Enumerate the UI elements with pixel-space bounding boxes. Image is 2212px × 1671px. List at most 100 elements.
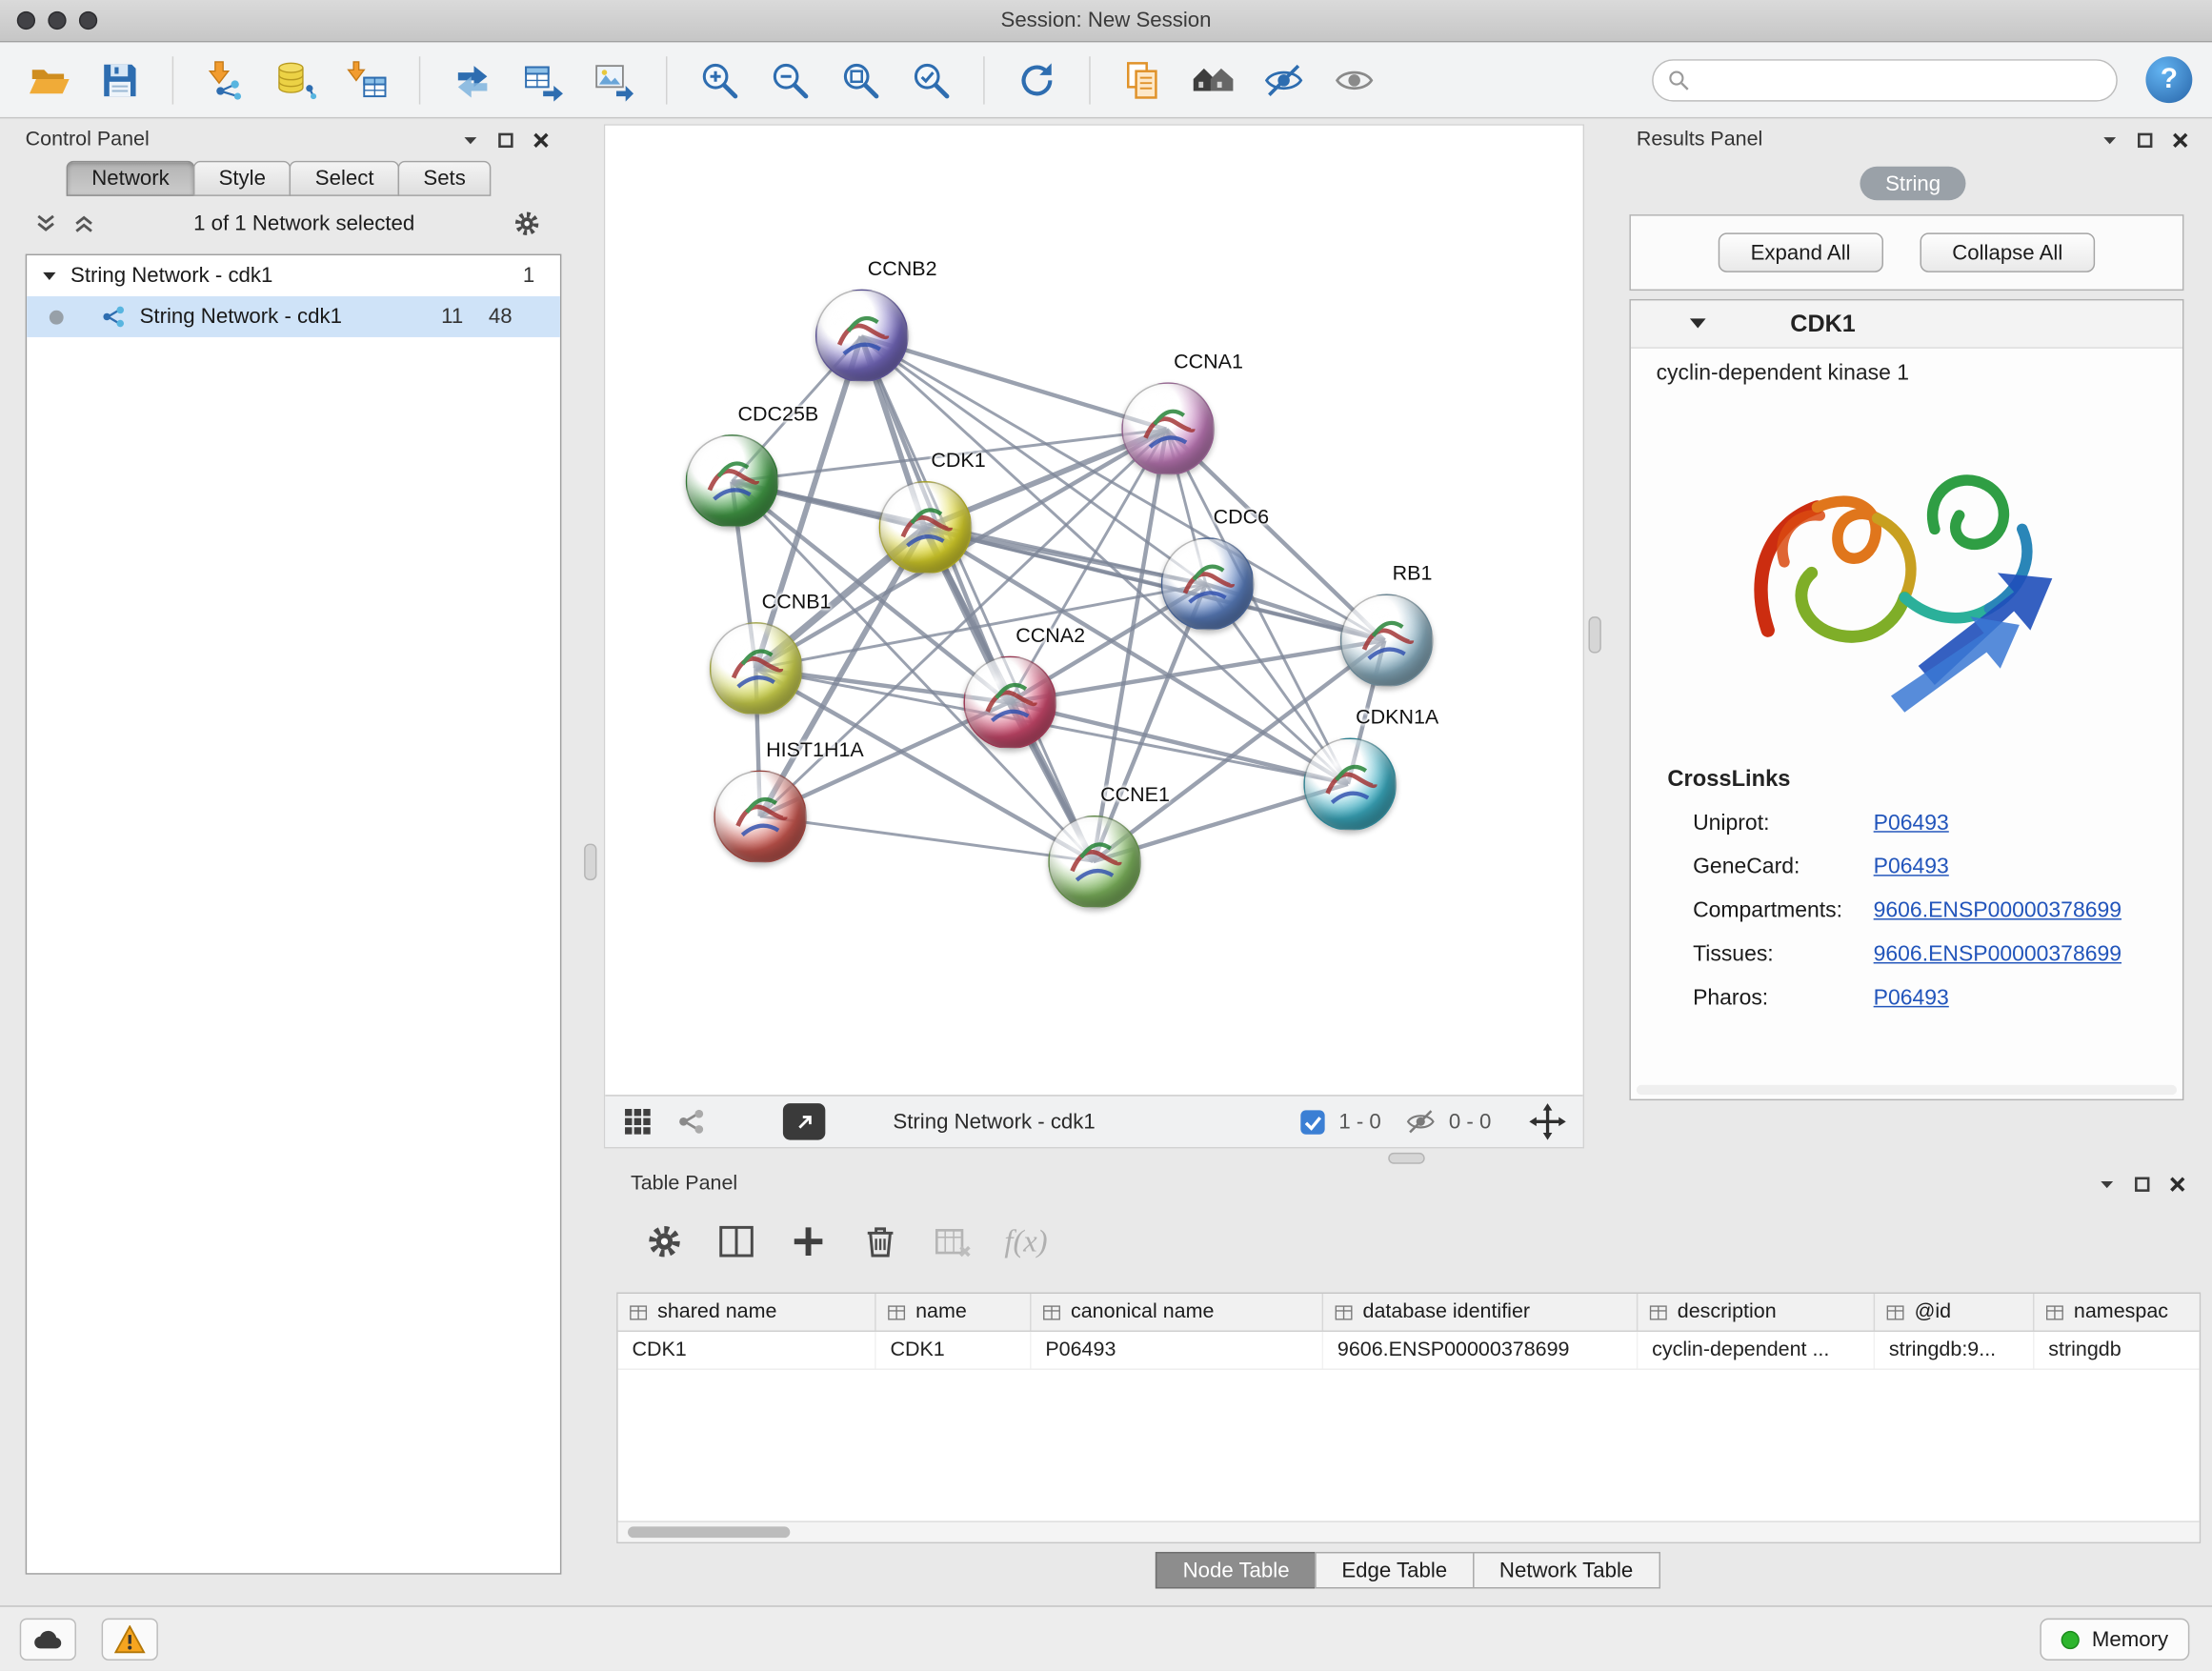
- cloud-status-button[interactable]: [20, 1619, 76, 1661]
- network-node-ccne1[interactable]: [1048, 815, 1141, 909]
- detach-view-button[interactable]: [783, 1103, 825, 1140]
- network-collection-row[interactable]: String Network - cdk1 1: [27, 255, 560, 296]
- network-canvas[interactable]: CCNB2CCNA1CDC25BCDK1CDC6RB1CCNB1CCNA2CDK…: [605, 126, 1582, 1097]
- network-node-cdc25b[interactable]: [686, 434, 779, 528]
- tab-select[interactable]: Select: [290, 161, 399, 196]
- network-node-cdk1[interactable]: [879, 481, 973, 574]
- network-node-hist1h1a[interactable]: [714, 771, 807, 864]
- collapse-panel-icon[interactable]: [2098, 1175, 2116, 1193]
- compartments-link[interactable]: 9606.ENSP00000378699: [1874, 898, 2122, 924]
- column-header-shared-name[interactable]: shared name: [618, 1294, 876, 1331]
- birds-eye-view-icon[interactable]: [622, 1106, 654, 1137]
- splitter-handle[interactable]: [1388, 1153, 1425, 1164]
- zoom-out-button[interactable]: [760, 50, 819, 110]
- delete-column-icon[interactable]: [860, 1221, 899, 1260]
- table-cell[interactable]: CDK1: [876, 1332, 1032, 1369]
- close-window-button[interactable]: [17, 11, 35, 30]
- apply-style-button[interactable]: [1007, 50, 1066, 110]
- network-node-rb1[interactable]: [1340, 594, 1434, 687]
- show-all-button[interactable]: [1183, 50, 1242, 110]
- column-header-description[interactable]: description: [1638, 1294, 1875, 1331]
- export-image-button[interactable]: [584, 50, 643, 110]
- duplicate-session-button[interactable]: [1113, 50, 1172, 110]
- maximize-window-button[interactable]: [79, 11, 97, 30]
- save-session-button[interactable]: [90, 50, 150, 110]
- close-panel-icon[interactable]: [2168, 1175, 2186, 1193]
- splitter-handle[interactable]: [1588, 616, 1600, 654]
- splitter-handle[interactable]: [584, 844, 596, 881]
- collapse-section-icon[interactable]: [1687, 313, 1708, 334]
- import-network-from-database-button[interactable]: [267, 50, 326, 110]
- close-panel-icon[interactable]: [2171, 131, 2189, 149]
- pharos-link[interactable]: P06493: [1874, 985, 1949, 1011]
- tab-node-table[interactable]: Node Table: [1156, 1552, 1316, 1589]
- uniprot-link[interactable]: P06493: [1874, 811, 1949, 836]
- table-cell[interactable]: cyclin-dependent ...: [1638, 1332, 1875, 1369]
- float-panel-icon[interactable]: [496, 131, 514, 149]
- tab-edge-table[interactable]: Edge Table: [1315, 1552, 1474, 1589]
- import-network-button[interactable]: [196, 50, 255, 110]
- open-session-button[interactable]: [20, 50, 79, 110]
- close-panel-icon[interactable]: [532, 131, 550, 149]
- column-header-name[interactable]: name: [876, 1294, 1032, 1331]
- collapse-all-networks-icon[interactable]: [34, 211, 58, 234]
- memory-button[interactable]: Memory: [2040, 1619, 2189, 1661]
- warnings-button[interactable]: [102, 1619, 158, 1661]
- search-input[interactable]: [1699, 69, 2101, 91]
- export-network-button[interactable]: [443, 50, 502, 110]
- column-header-namespac[interactable]: namespac: [2034, 1294, 2201, 1331]
- zoom-in-button[interactable]: [690, 50, 749, 110]
- hide-selected-button[interactable]: [1255, 50, 1314, 110]
- table-row[interactable]: CDK1CDK1P064939606.ENSP00000378699cyclin…: [618, 1332, 2200, 1370]
- protein-section-header[interactable]: CDK1: [1631, 300, 2182, 348]
- table-cell[interactable]: 9606.ENSP00000378699: [1323, 1332, 1638, 1369]
- help-button[interactable]: ?: [2145, 56, 2192, 103]
- network-node-ccna2[interactable]: [963, 656, 1056, 750]
- zoom-fit-button[interactable]: [831, 50, 890, 110]
- network-edge[interactable]: [861, 336, 1094, 861]
- expander-icon[interactable]: [41, 268, 58, 285]
- network-overview-icon[interactable]: [675, 1106, 707, 1137]
- zoom-selected-button[interactable]: [901, 50, 960, 110]
- network-node-ccnb2[interactable]: [815, 290, 909, 383]
- float-panel-icon[interactable]: [2136, 131, 2154, 149]
- table-cell[interactable]: stringdb: [2034, 1332, 2201, 1369]
- scrollbar-thumb[interactable]: [628, 1526, 790, 1538]
- expand-all-button[interactable]: Expand All: [1719, 232, 1883, 272]
- collapse-all-button[interactable]: Collapse All: [1920, 232, 2095, 272]
- tab-style[interactable]: Style: [193, 161, 292, 196]
- export-table-button[interactable]: [513, 50, 573, 110]
- network-edge[interactable]: [760, 816, 1094, 861]
- table-cell[interactable]: stringdb:9...: [1875, 1332, 2034, 1369]
- tab-network[interactable]: Network: [67, 161, 195, 196]
- expand-all-networks-icon[interactable]: [72, 211, 96, 234]
- column-header-database-identifier[interactable]: database identifier: [1323, 1294, 1638, 1331]
- network-node-cdc6[interactable]: [1161, 537, 1255, 631]
- add-column-icon[interactable]: [789, 1221, 828, 1260]
- tab-network-table[interactable]: Network Table: [1473, 1552, 1660, 1589]
- column-header--id[interactable]: @id: [1875, 1294, 2034, 1331]
- network-options-gear-icon[interactable]: [513, 208, 542, 237]
- table-cell[interactable]: P06493: [1032, 1332, 1324, 1369]
- string-tab-badge[interactable]: String: [1860, 167, 1965, 201]
- table-cell[interactable]: CDK1: [618, 1332, 876, 1369]
- genecard-link[interactable]: P06493: [1874, 855, 1949, 880]
- results-scrollbar[interactable]: [1637, 1085, 2177, 1095]
- network-node-ccnb1[interactable]: [710, 622, 803, 715]
- table-horizontal-scrollbar[interactable]: [618, 1520, 2200, 1541]
- tissues-link[interactable]: 9606.ENSP00000378699: [1874, 942, 2122, 968]
- tab-sets[interactable]: Sets: [398, 161, 492, 196]
- float-panel-icon[interactable]: [2133, 1175, 2151, 1193]
- table-options-gear-icon[interactable]: [645, 1221, 684, 1260]
- collapse-panel-icon[interactable]: [2101, 131, 2119, 149]
- show-hidden-button[interactable]: [1325, 50, 1384, 110]
- import-table-button[interactable]: [337, 50, 396, 110]
- show-columns-icon[interactable]: [716, 1221, 755, 1260]
- collapse-panel-icon[interactable]: [461, 131, 479, 149]
- column-header-canonical-name[interactable]: canonical name: [1032, 1294, 1324, 1331]
- fit-content-icon[interactable]: [1529, 1103, 1566, 1140]
- network-node-ccna1[interactable]: [1121, 382, 1215, 475]
- network-row[interactable]: String Network - cdk1 11 48: [27, 296, 560, 337]
- network-node-cdkn1a[interactable]: [1303, 738, 1397, 832]
- minimize-window-button[interactable]: [48, 11, 66, 30]
